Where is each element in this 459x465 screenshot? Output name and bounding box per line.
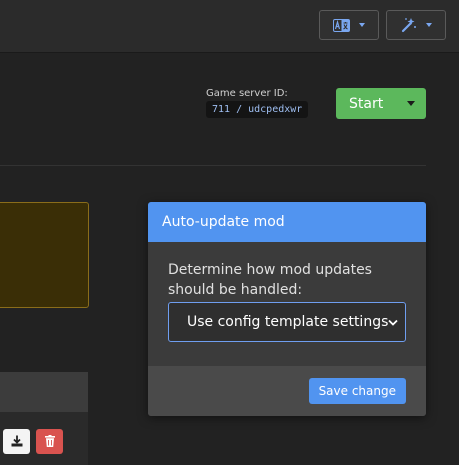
chevron-down-icon (407, 101, 415, 106)
start-options-toggle[interactable] (396, 88, 426, 119)
start-button[interactable]: Start (336, 96, 396, 112)
translate-icon (333, 18, 350, 32)
chevron-down-icon (359, 23, 365, 27)
server-id-value: 711 / udcpedxwr (206, 101, 309, 118)
section-divider (0, 165, 426, 166)
trash-icon (44, 432, 55, 451)
tools-dropdown-button[interactable] (386, 10, 446, 40)
chevron-down-icon (425, 23, 432, 27)
dialog-title: Auto-update mod (148, 202, 426, 242)
download-button[interactable] (3, 429, 30, 454)
delete-button[interactable] (36, 429, 63, 454)
server-id-label: Game server ID: (206, 88, 288, 99)
start-button-group: Start (336, 88, 426, 119)
language-dropdown-button[interactable] (319, 10, 379, 40)
warning-panel (0, 202, 89, 308)
magic-wand-icon (401, 17, 417, 33)
update-mode-select-value: Use config template settings (187, 314, 389, 330)
auto-update-mod-dialog: Auto-update mod Determine how mod update… (148, 202, 426, 416)
mod-card-header (0, 372, 88, 412)
chevron-down-icon (388, 314, 399, 330)
top-toolbar (0, 0, 459, 53)
update-mode-select[interactable]: Use config template settings (168, 302, 406, 342)
dialog-description: Determine how mod updates should be hand… (168, 262, 372, 298)
dialog-footer: Save change (148, 366, 426, 416)
download-icon (11, 432, 23, 451)
save-change-button[interactable]: Save change (308, 378, 406, 404)
